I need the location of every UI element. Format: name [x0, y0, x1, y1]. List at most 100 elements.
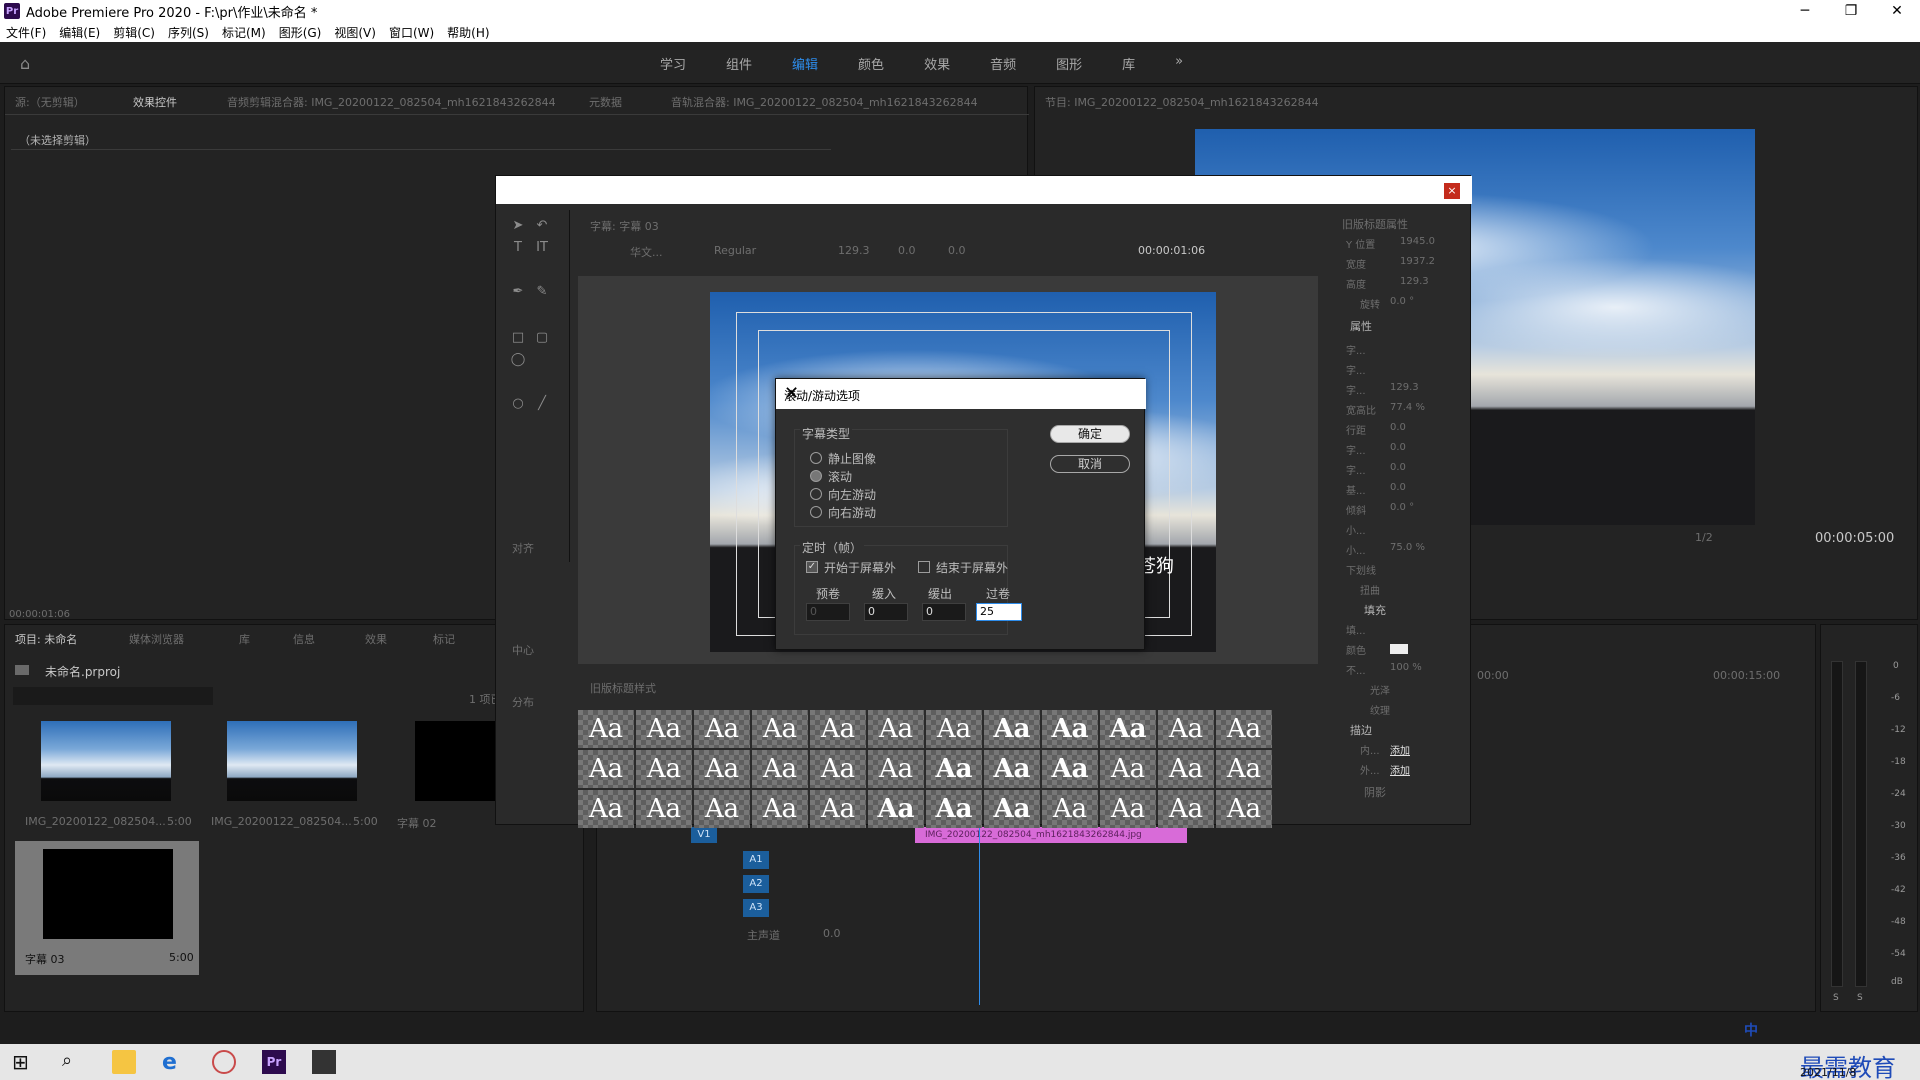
styles-tab[interactable]: 旧版标题样式: [590, 680, 656, 696]
circle-tool-icon[interactable]: ○: [510, 396, 526, 412]
line-tool-icon[interactable]: ╱: [534, 396, 550, 412]
attributes-header[interactable]: 属性: [1350, 318, 1372, 334]
type-tool-icon[interactable]: T: [510, 240, 526, 256]
tab-effect-controls[interactable]: 效果控件: [133, 94, 177, 110]
ease-out-input[interactable]: 0: [922, 603, 966, 621]
tab-libraries[interactable]: 库: [1122, 54, 1135, 73]
tab-program[interactable]: 节目: IMG_20200122_082504_mh1621843262844: [1045, 94, 1319, 110]
ime-indicator[interactable]: 中: [1744, 1020, 1758, 1040]
prop-value[interactable]: 100 %: [1390, 662, 1422, 673]
cancel-button[interactable]: 取消: [1050, 455, 1130, 473]
title-style[interactable]: Aa: [868, 790, 924, 828]
tab-learn[interactable]: 学习: [660, 54, 686, 73]
preroll-input[interactable]: 0: [806, 603, 850, 621]
minimize-button[interactable]: ─: [1782, 0, 1828, 22]
title-style[interactable]: Aa: [1100, 750, 1156, 788]
tab-metadata[interactable]: 元数据: [589, 94, 622, 110]
font-style-select[interactable]: Regular: [714, 244, 756, 257]
add-anchor-icon[interactable]: ✎: [534, 284, 550, 300]
tab-graphics[interactable]: 图形: [1056, 54, 1082, 73]
menu-view[interactable]: 视图(V): [334, 24, 376, 41]
tab-libraries-panel[interactable]: 库: [239, 631, 250, 647]
title-thumbnail[interactable]: [43, 849, 173, 939]
prop-value[interactable]: 0.0: [1390, 422, 1406, 433]
track-v1[interactable]: V1: [691, 827, 717, 843]
tab-editing[interactable]: 编辑: [792, 54, 818, 73]
title-style[interactable]: Aa: [752, 750, 808, 788]
tab-project[interactable]: 项目: 未命名: [15, 631, 77, 647]
menu-file[interactable]: 文件(F): [6, 24, 46, 41]
ok-button[interactable]: 确定: [1050, 425, 1130, 443]
title-style[interactable]: Aa: [636, 790, 692, 828]
edge-browser-icon[interactable]: e: [162, 1050, 186, 1075]
title-style[interactable]: Aa: [1042, 750, 1098, 788]
vertical-type-tool-icon[interactable]: IT: [534, 240, 550, 256]
title-style[interactable]: Aa: [926, 790, 982, 828]
title-style[interactable]: Aa: [694, 710, 750, 748]
rectangle-tool-icon[interactable]: □: [510, 330, 526, 346]
title-style[interactable]: Aa: [868, 750, 924, 788]
ease-in-input[interactable]: 0: [864, 603, 908, 621]
app-icon[interactable]: [212, 1050, 236, 1074]
home-icon[interactable]: ⌂: [20, 54, 38, 73]
start-off-screen-checkbox[interactable]: ✓: [806, 561, 818, 573]
title-style[interactable]: Aa: [578, 790, 634, 828]
track-a3[interactable]: A3: [743, 899, 769, 917]
track-a2[interactable]: A2: [743, 875, 769, 893]
track-a1[interactable]: A1: [743, 851, 769, 869]
title-style[interactable]: Aa: [1100, 710, 1156, 748]
menu-help[interactable]: 帮助(H): [447, 24, 489, 41]
add-inner-stroke-link[interactable]: 添加: [1390, 742, 1410, 757]
pen-tool-icon[interactable]: ✒: [510, 284, 526, 300]
solo-left-button[interactable]: S: [1833, 993, 1839, 1003]
prop-value[interactable]: 129.3: [1390, 382, 1419, 393]
title-style[interactable]: Aa: [926, 710, 982, 748]
title-style[interactable]: Aa: [578, 710, 634, 748]
radio-crawl-left[interactable]: [810, 488, 822, 500]
search-icon[interactable]: ⌕: [62, 1050, 86, 1074]
shadow-header[interactable]: 阴影: [1364, 784, 1386, 800]
title-style[interactable]: Aa: [1042, 710, 1098, 748]
tab-assembly[interactable]: 组件: [726, 54, 752, 73]
title-style[interactable]: Aa: [810, 750, 866, 788]
prop-value[interactable]: 0.0: [1390, 462, 1406, 473]
font-family-select[interactable]: 华文...: [630, 244, 663, 260]
tab-effects-panel[interactable]: 效果: [365, 631, 387, 647]
title-style[interactable]: Aa: [694, 790, 750, 828]
title-style[interactable]: Aa: [1042, 790, 1098, 828]
radio-roll[interactable]: [810, 470, 822, 482]
tab-audio-clip-mixer[interactable]: 音频剪辑混合器: IMG_20200122_082504_mh162184326…: [227, 94, 556, 110]
search-input[interactable]: [13, 687, 213, 705]
prop-value[interactable]: 0.0 °: [1390, 502, 1414, 513]
font-size-field[interactable]: 129.3: [838, 244, 870, 257]
postroll-input[interactable]: 25: [976, 603, 1022, 621]
tab-media-browser[interactable]: 媒体浏览器: [129, 631, 184, 647]
menu-sequence[interactable]: 序列(S): [168, 24, 209, 41]
close-window-button[interactable]: ✕: [1874, 0, 1920, 22]
title-style[interactable]: Aa: [1216, 750, 1272, 788]
title-style[interactable]: Aa: [810, 710, 866, 748]
title-style[interactable]: Aa: [636, 710, 692, 748]
title-style[interactable]: Aa: [868, 710, 924, 748]
prop-value[interactable]: 129.3: [1400, 276, 1429, 287]
tab-color[interactable]: 颜色: [858, 54, 884, 73]
title-style[interactable]: Aa: [578, 750, 634, 788]
leading-field[interactable]: 0.0: [948, 244, 966, 257]
title-style[interactable]: Aa: [1158, 750, 1214, 788]
ellipse-tool-icon[interactable]: ◯: [510, 352, 526, 368]
titler-tab[interactable]: 字幕: 字幕 03: [590, 218, 659, 234]
rotation-tool-icon[interactable]: ↶: [534, 218, 550, 234]
tab-source[interactable]: 源:（无剪辑）: [15, 94, 85, 110]
title-style[interactable]: Aa: [694, 750, 750, 788]
timeline-clip[interactable]: IMG_20200122_082504_mh1621843262844.jpg: [915, 827, 1187, 843]
menu-window[interactable]: 窗口(W): [389, 24, 434, 41]
tab-audio-track-mixer[interactable]: 音轨混合器: IMG_20200122_082504_mh16218432628…: [671, 94, 978, 110]
menu-graphics[interactable]: 图形(G): [279, 24, 322, 41]
prop-value[interactable]: 77.4 %: [1390, 402, 1425, 413]
close-icon[interactable]: ✕: [784, 383, 1134, 404]
file-explorer-icon[interactable]: [112, 1050, 136, 1074]
title-style[interactable]: Aa: [1158, 710, 1214, 748]
title-style[interactable]: Aa: [752, 790, 808, 828]
zoom-select[interactable]: 1/2: [1695, 531, 1713, 544]
photos-icon[interactable]: [312, 1050, 336, 1074]
